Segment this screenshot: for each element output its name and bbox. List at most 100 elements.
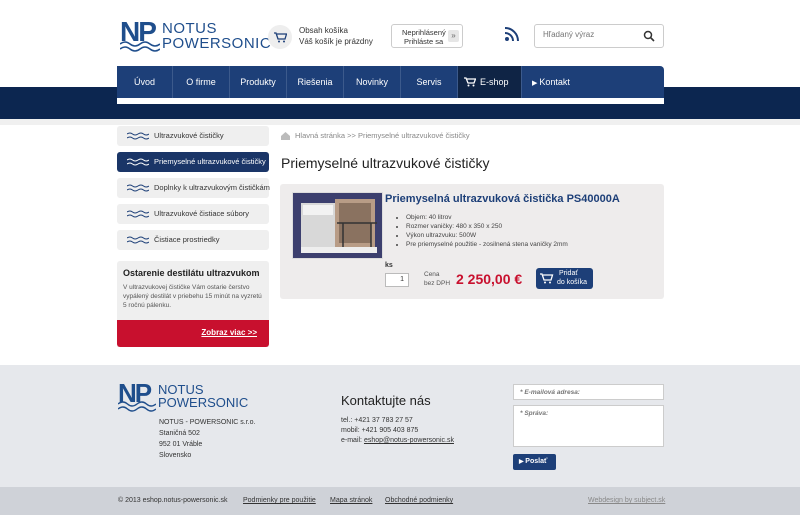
- link-business-terms[interactable]: Obchodné podmienky: [385, 497, 453, 504]
- nav-kontakt-label: Kontakt: [539, 77, 570, 87]
- nav-item-produkty[interactable]: Produkty: [230, 66, 287, 98]
- cart-icon: [268, 25, 292, 49]
- wave-icon: [127, 132, 149, 140]
- link-terms-of-use[interactable]: Podmienky pre použitie: [243, 497, 316, 504]
- email-link[interactable]: eshop@notus-powersonic.sk: [364, 437, 454, 444]
- sidebar-item-label: Ultrazvukové čistiace súbory: [154, 209, 250, 218]
- contact-info: tel.: +421 37 783 27 57 mobil: +421 905 …: [341, 416, 454, 446]
- nav-item-novinky[interactable]: Novinky: [344, 66, 401, 98]
- send-label: Poslať: [525, 458, 548, 465]
- contact-title: Kontaktujte nás: [341, 393, 431, 408]
- contact-tel: tel.: +421 37 783 27 57: [341, 417, 413, 424]
- bottom-bar: © 2013 eshop.notus-powersonic.sk Podmien…: [0, 487, 800, 515]
- copyright: © 2013 eshop.notus-powersonic.sk: [118, 497, 228, 504]
- nav-item-eshop[interactable]: E-shop: [458, 66, 522, 98]
- wave-icon: [127, 236, 149, 244]
- breadcrumb-current: >> Priemyselné ultrazvukové čističky: [347, 131, 470, 140]
- nav-item-servis[interactable]: Servis: [401, 66, 458, 98]
- logo[interactable]: NP NOTUS POWERSONIC: [120, 16, 271, 52]
- sidebar-item-priemyselne[interactable]: Priemyselné ultrazvukové čističky: [117, 152, 269, 172]
- sidebar-item-label: Čistiace prostriedky: [154, 235, 220, 244]
- login-status: Neprihlásený: [402, 28, 446, 37]
- cart-icon: [464, 77, 476, 87]
- breadcrumb-home[interactable]: Hlavná stránka: [295, 131, 345, 140]
- email-field[interactable]: * E-mailová adresa:: [513, 384, 664, 400]
- email-label: e-mail:: [341, 437, 363, 444]
- quantity-input[interactable]: 1: [385, 273, 409, 287]
- product-picture: [293, 193, 382, 258]
- price-label: Cena bez DPH: [424, 270, 450, 288]
- product-specs: Objem: 40 litrov Rozmer vaničky: 480 x 3…: [400, 213, 568, 249]
- sidebar-item-label: Ultrazvukové čističky: [154, 131, 224, 140]
- promo-link[interactable]: Zobraz viac >>: [201, 328, 257, 337]
- nav-item-kontakt[interactable]: ▶ Kontakt: [522, 66, 582, 98]
- wave-icon: [127, 158, 149, 166]
- home-icon[interactable]: [281, 132, 290, 141]
- login-link: Prihláste sa: [404, 37, 444, 46]
- cart-title: Obsah košíka: [299, 26, 348, 35]
- footer-logo: NP NOTUS POWERSONIC: [118, 378, 248, 414]
- page-title: Priemyselné ultrazvukové čističky: [281, 155, 490, 171]
- wave-icon: [120, 41, 160, 52]
- rss-icon[interactable]: [505, 27, 519, 41]
- add-to-cart-line2: do košíka: [557, 279, 587, 286]
- promo-box: Ostarenie destilátu ultrazvukom V ultraz…: [117, 261, 269, 347]
- promo-text: V ultrazvukovej čističke Vám ostarie čer…: [123, 284, 262, 309]
- cart-status: Váš košík je prázdny: [299, 37, 373, 46]
- nav-underline: [117, 98, 664, 104]
- search-input[interactable]: [543, 30, 633, 39]
- price-label-line2: bez DPH: [424, 280, 451, 287]
- product-card: Priemyselná ultrazvuková čistička PS4000…: [280, 184, 664, 299]
- search-box: [534, 24, 664, 48]
- send-button[interactable]: ▶ Poslať: [513, 454, 556, 470]
- nav-eshop-label: E-shop: [480, 77, 509, 87]
- promo-footer: Zobraz viac >>: [117, 320, 269, 347]
- company-address: NOTUS - POWERSONIC s.r.o. Staničná 502 9…: [159, 417, 255, 461]
- search-icon[interactable]: [643, 30, 655, 42]
- cart-icon: [540, 273, 554, 284]
- spec-item: Pre priemyselné použitie - zosilnená ste…: [406, 240, 568, 249]
- page: NP NOTUS POWERSONIC Obsah košíka Váš koš…: [0, 0, 800, 515]
- contact-email-row: e-mail: eshop@notus-powersonic.sk: [341, 436, 454, 446]
- login-widget[interactable]: Neprihlásený Prihláste sa »: [391, 24, 463, 48]
- spec-item: Výkon ultrazvuku: 500W: [406, 231, 568, 240]
- main-nav: Úvod O firme Produkty Riešenia Novinky S…: [117, 66, 664, 98]
- logo-line2: POWERSONIC: [162, 35, 272, 52]
- logo-line2: POWERSONIC: [158, 395, 249, 410]
- link-sitemap[interactable]: Mapa stránok: [330, 497, 372, 504]
- product-image[interactable]: [292, 192, 383, 259]
- spec-item: Rozmer vaničky: 480 x 350 x 250: [406, 222, 568, 231]
- add-to-cart-button[interactable]: Pridať do košíka: [536, 268, 593, 289]
- address-street: Staničná 502: [159, 430, 200, 437]
- nav-item-o-firme[interactable]: O firme: [173, 66, 230, 98]
- chevron-down-icon[interactable]: »: [448, 30, 459, 42]
- quantity-label: ks: [385, 262, 393, 269]
- sidebar-item-label: Doplnky k ultrazvukovým čističkám: [154, 183, 270, 192]
- sidebar-item-label: Priemyselné ultrazvukové čističky: [154, 157, 266, 166]
- link-webdesign[interactable]: Webdesign by subject.sk: [588, 497, 665, 504]
- header: NP NOTUS POWERSONIC Obsah košíka Váš koš…: [0, 0, 800, 66]
- address-country: Slovensko: [159, 452, 192, 459]
- nav-item-riesenia[interactable]: Riešenia: [287, 66, 344, 98]
- sidebar-item-doplnky[interactable]: Doplnky k ultrazvukovým čističkám: [117, 178, 270, 198]
- wave-icon: [118, 401, 156, 412]
- product-name[interactable]: Priemyselná ultrazvuková čistička PS4000…: [385, 193, 620, 205]
- product-price: 2 250,00 €: [456, 271, 523, 287]
- cart-widget[interactable]: Obsah košíka Váš košík je prázdny: [268, 25, 383, 49]
- nav-item-uvod[interactable]: Úvod: [117, 66, 173, 98]
- price-label-line1: Cena: [424, 271, 440, 278]
- sidebar-item-subory[interactable]: Ultrazvukové čistiace súbory: [117, 204, 269, 224]
- contact-mobil: mobil: +421 905 403 875: [341, 427, 419, 434]
- message-field[interactable]: * Správa:: [513, 405, 664, 447]
- company-name: NOTUS - POWERSONIC s.r.o.: [159, 419, 256, 426]
- promo-title: Ostarenie destilátu ultrazvukom: [123, 268, 260, 278]
- sidebar-item-ultrazvukove-cisticky[interactable]: Ultrazvukové čističky: [117, 126, 269, 146]
- sidebar-item-prostriedky[interactable]: Čistiace prostriedky: [117, 230, 269, 250]
- add-to-cart-line1: Pridať: [559, 270, 578, 277]
- wave-icon: [127, 184, 149, 192]
- address-city: 952 01 Vráble: [159, 441, 203, 448]
- breadcrumb: Hlavná stránka >> Priemyselné ultrazvuko…: [281, 131, 470, 141]
- divider: [0, 119, 800, 125]
- wave-icon: [127, 210, 149, 218]
- spec-item: Objem: 40 litrov: [406, 213, 568, 222]
